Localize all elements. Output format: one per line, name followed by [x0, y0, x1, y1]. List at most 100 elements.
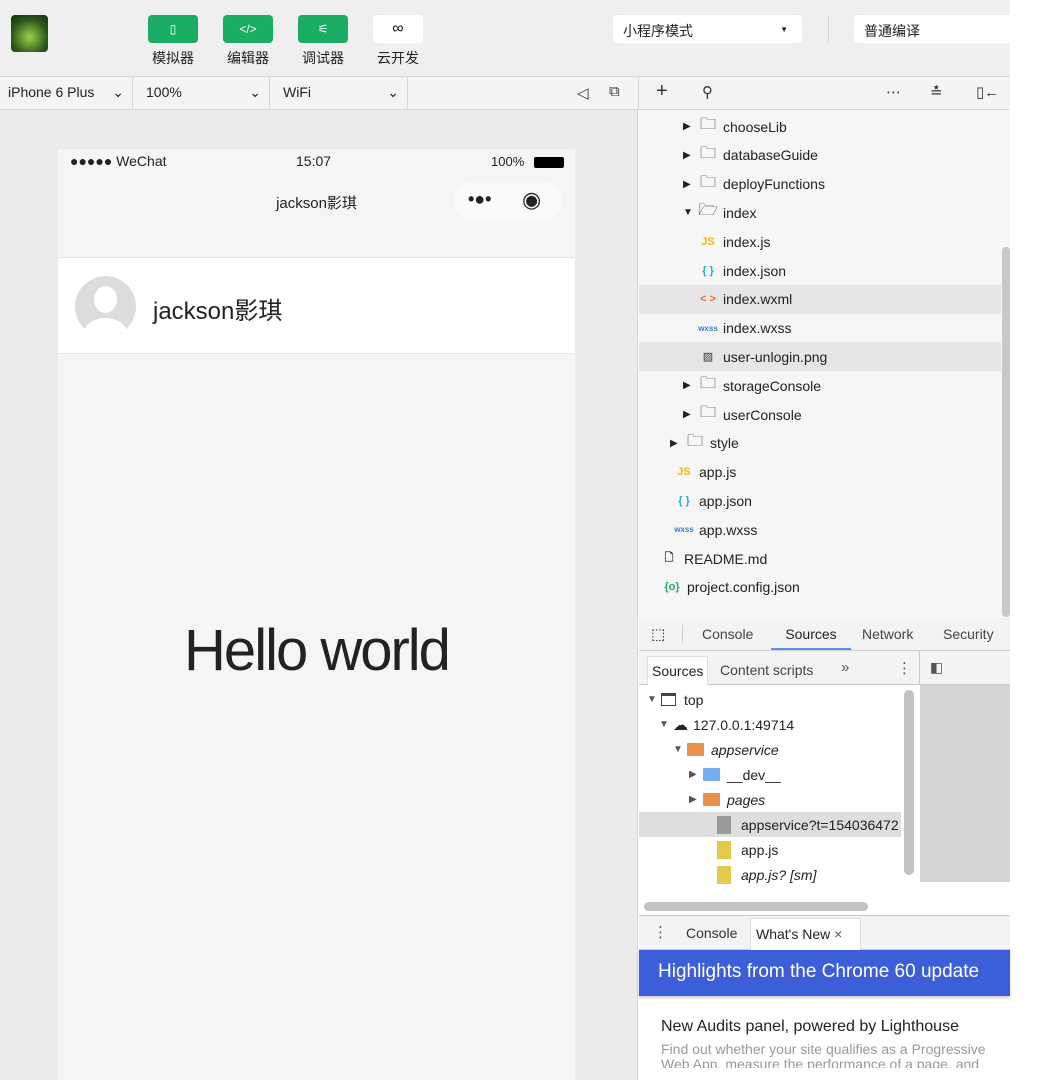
drawer-tab-whats-new[interactable]: What's New × — [750, 918, 861, 950]
tree-item[interactable]: 🗋 README.md — [639, 544, 1001, 573]
compile-select[interactable]: 普通编译 — [854, 15, 1014, 43]
detach-window-icon[interactable]: ⧉ — [609, 83, 620, 100]
tree-item[interactable]: JS index.js — [639, 227, 1001, 256]
source-item[interactable]: appservice?t=154036472 — [639, 812, 901, 837]
hello-text: Hello world — [184, 618, 451, 683]
tree-item[interactable]: {o} project.config.json — [639, 573, 1001, 602]
source-item[interactable]: ▼ top — [639, 687, 901, 712]
source-item[interactable]: app.js — [639, 837, 901, 862]
tree-scrollbar[interactable] — [1002, 247, 1010, 617]
devtools-tabbar: ⬚ Console Sources Network Security — [639, 618, 1010, 651]
tree-item[interactable]: { } index.json — [639, 256, 1001, 285]
whats-new-banner: Highlights from the Chrome 60 update — [639, 950, 1010, 996]
source-item[interactable]: ▶ __dev__ — [639, 762, 901, 787]
source-item[interactable]: ▼ ☁ 127.0.0.1:49714 — [639, 712, 901, 737]
search-icon[interactable]: ⚲ — [702, 83, 713, 101]
dock-icon[interactable]: ▯← — [976, 83, 999, 101]
editor-button[interactable]: </> — [223, 15, 273, 43]
tree-item-label: index — [723, 204, 757, 221]
avatar[interactable] — [11, 15, 48, 52]
subtab-sources[interactable]: Sources — [647, 656, 709, 685]
caret-icon[interactable]: ▶ — [689, 794, 703, 805]
close-icon[interactable]: × — [834, 926, 842, 942]
caret-right-icon[interactable]: ▶ — [670, 438, 684, 449]
tree-item[interactable]: ▶ 🗀 style — [639, 429, 1001, 458]
sources-vscrollbar[interactable] — [904, 690, 914, 875]
tree-item[interactable]: ▶ 🗀 userConsole — [639, 400, 1001, 429]
tree-item-label: project.config.json — [687, 579, 800, 596]
caret-icon[interactable]: ▼ — [647, 694, 661, 705]
collapse-icon[interactable]: ≛ — [930, 83, 943, 101]
drawer-tab-label: What's New — [756, 926, 831, 942]
wxss-file-icon: wxss — [674, 525, 694, 535]
tree-item[interactable]: ▼ 🗁 index — [639, 198, 1001, 227]
more-icon[interactable]: •●• — [468, 189, 491, 210]
zoom-value: 100% — [146, 84, 182, 100]
tab-security[interactable]: Security — [943, 618, 994, 650]
simulator-button[interactable]: ▯ — [148, 15, 198, 43]
caret-icon[interactable]: ▼ — [673, 744, 687, 755]
tab-console[interactable]: Console — [702, 618, 753, 650]
phone-screen: ●●●●● WeChat 15:07 100% jackson影琪 •●• ◉ … — [58, 149, 575, 1080]
mode-select[interactable]: 小程序模式 ▼ — [613, 15, 802, 43]
chevron-down-icon: ⌄ — [112, 84, 124, 100]
user-name: jackson影琪 — [153, 298, 283, 325]
close-miniprogram-icon[interactable]: ◉ — [522, 187, 541, 213]
tab-sources[interactable]: Sources — [771, 618, 851, 650]
file-tree: ▶ 🗀 chooseLib ▶ 🗀 databaseGuide ▶ 🗀 deployFuncti… — [639, 110, 1010, 618]
tree-item[interactable]: ▶ 🗀 databaseGuide — [639, 141, 1001, 170]
tree-item[interactable]: ▨ user-unlogin.png — [639, 342, 1001, 372]
tree-item-label: README.md — [684, 550, 768, 567]
editor-label: 编辑器 — [227, 50, 269, 66]
folder-icon: 🗀 — [699, 173, 716, 191]
chevron-down-icon: ⌄ — [387, 84, 399, 100]
top-frame-icon — [661, 693, 676, 706]
more-icon[interactable]: ⋯ — [886, 83, 901, 101]
config-file-icon: {o} — [664, 581, 680, 594]
caret-down-icon[interactable]: ▼ — [683, 207, 697, 218]
tree-item[interactable]: JS app.js — [639, 458, 1001, 487]
cloud-button[interactable]: ∞ — [373, 15, 423, 43]
debugger-button[interactable]: ⚟ — [298, 15, 348, 43]
tree-item[interactable]: ▶ 🗀 deployFunctions — [639, 170, 1001, 199]
divider — [828, 16, 829, 42]
battery-text: 100% — [491, 154, 525, 169]
subtab-content-scripts[interactable]: Content scripts — [720, 662, 813, 678]
more-tabs-icon[interactable]: » — [841, 659, 849, 676]
add-icon[interactable]: + — [656, 80, 668, 103]
folder-open-icon: 🗁 — [698, 202, 718, 220]
source-item[interactable]: ▼ appservice — [639, 737, 901, 762]
caret-icon[interactable]: ▼ — [659, 719, 673, 730]
drawer-tab-console[interactable]: Console — [686, 925, 737, 941]
tab-network[interactable]: Network — [862, 618, 913, 650]
caret-right-icon[interactable]: ▶ — [683, 121, 697, 132]
user-info-card[interactable]: jackson影琪 — [58, 257, 575, 354]
source-item[interactable]: ▶ pages — [639, 787, 901, 812]
caret-right-icon[interactable]: ▶ — [683, 179, 697, 190]
zoom-select[interactable]: 100% ⌄ — [133, 77, 270, 109]
source-item[interactable]: app.js? [sm] — [639, 862, 901, 887]
tree-item[interactable]: wxss app.wxss — [639, 515, 1001, 544]
tree-item-label: app.js — [699, 464, 737, 481]
tree-item[interactable]: wxss index.wxss — [639, 314, 1001, 343]
kebab-menu-icon[interactable]: ⋮ — [897, 659, 912, 677]
drawer-menu-icon[interactable]: ⋮ — [653, 923, 668, 941]
caret-right-icon[interactable]: ▶ — [683, 150, 697, 161]
device-select[interactable]: iPhone 6 Plus ⌄ — [0, 77, 133, 109]
caret-icon[interactable]: ▶ — [689, 769, 703, 780]
caret-right-icon[interactable]: ▶ — [683, 409, 697, 420]
sound-icon[interactable]: ◁ — [577, 84, 589, 102]
news-title[interactable]: New Audits panel, powered by Lighthouse — [661, 1018, 959, 1036]
source-item-label: appservice — [711, 741, 779, 758]
caret-right-icon[interactable]: ▶ — [683, 380, 697, 391]
inspect-icon[interactable]: ⬚ — [651, 625, 665, 643]
network-select[interactable]: WiFi ⌄ — [270, 77, 408, 109]
source-item-label: __dev__ — [727, 766, 781, 783]
tree-item[interactable]: ▶ 🗀 chooseLib — [639, 112, 1001, 141]
tree-item[interactable]: { } app.json — [639, 486, 1001, 515]
tree-item[interactable]: ▶ 🗀 storageConsole — [639, 371, 1001, 400]
json-file-icon: { } — [678, 494, 690, 507]
sources-hscrollbar[interactable] — [644, 902, 868, 911]
tree-item[interactable]: < > index.wxml — [639, 284, 1001, 314]
toggle-navigator-icon[interactable]: ◧ — [930, 659, 943, 676]
